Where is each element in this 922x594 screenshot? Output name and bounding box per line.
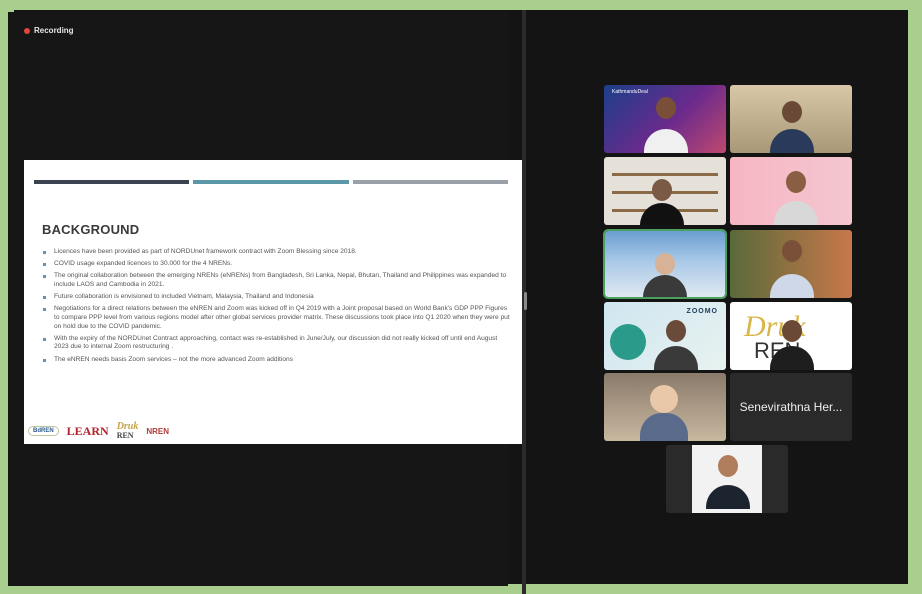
avatar-figure — [650, 385, 678, 413]
participant-body — [770, 129, 814, 153]
participant-tile[interactable]: ZOOMO — [604, 302, 726, 370]
participant-tile[interactable] — [604, 373, 726, 441]
participant-head — [786, 171, 806, 193]
zoom-banner: ZOOMO — [686, 308, 718, 315]
participant-tile-active[interactable] — [603, 229, 727, 299]
slide-bullet: The eNREN needs basis Zoom services – no… — [42, 356, 512, 365]
bdren-logo: BdREN — [28, 426, 59, 436]
slide-bullet: Negotiations for a direct relations betw… — [42, 305, 512, 331]
drukren-logo-top: Druk — [116, 421, 139, 432]
nren-logo: NREN — [146, 426, 170, 436]
shelf — [612, 173, 718, 176]
slide-bullet: Future collaboration is envisioned to in… — [42, 293, 512, 302]
participant-body — [654, 346, 698, 370]
participant-body — [774, 201, 818, 225]
learn-logo: LEARN — [66, 423, 109, 438]
avatar-figure-body — [640, 413, 688, 441]
participant-head — [782, 320, 802, 342]
slide-bar-1 — [34, 180, 190, 184]
participant-tile-name-only[interactable]: Senevirathna Her... — [730, 373, 852, 441]
slide-bullet: Licences have been provided as part of N… — [42, 248, 512, 257]
participant-tile[interactable] — [730, 157, 852, 225]
participant-name: Senevirathna Her... — [739, 400, 843, 414]
participant-head — [652, 179, 672, 201]
slide-bullet-list: Licences have been provided as part of N… — [42, 248, 512, 368]
participant-tile[interactable] — [666, 445, 788, 513]
slide-bullet: With the expiry of the NORDUnet Contract… — [42, 335, 512, 352]
participant-body — [644, 129, 688, 153]
slide-header-bars — [34, 180, 508, 184]
recording-label: Recording — [34, 26, 74, 35]
participant-body — [643, 275, 687, 297]
participant-head — [782, 240, 802, 262]
slide-title: BACKGROUND — [42, 222, 140, 237]
split-divider-handle[interactable] — [524, 292, 527, 310]
participant-head — [656, 97, 676, 119]
participant-body — [640, 203, 684, 225]
participant-body — [770, 274, 814, 298]
participant-tile[interactable] — [730, 230, 852, 298]
participant-head — [666, 320, 686, 342]
participant-tile[interactable] — [604, 157, 726, 225]
drukren-logo-bottom: REN — [116, 431, 134, 440]
kathmandu-label: KathmanduDeal — [612, 89, 648, 95]
slide-bar-2 — [193, 180, 349, 184]
slide-bar-3 — [352, 180, 508, 184]
participant-tile[interactable] — [730, 85, 852, 153]
recording-dot-icon — [24, 27, 30, 34]
participant-tile[interactable]: Druk REN — [730, 302, 852, 370]
participant-head — [718, 455, 738, 477]
decorative-circle — [610, 324, 646, 360]
drukren-logo: Druk REN — [116, 421, 139, 441]
slide-logos: BdREN LEARN Druk REN NREN — [28, 422, 169, 440]
participant-head — [655, 253, 675, 275]
recording-indicator[interactable]: Recording — [24, 26, 74, 35]
shared-slide: BACKGROUND Licences have been provided a… — [24, 160, 522, 444]
slide-bullet: COVID usage expanded licences to 30.000 … — [42, 260, 512, 269]
slide-bullet: The original collaboration between the e… — [42, 272, 512, 289]
participant-tile[interactable]: KathmanduDeal — [604, 85, 726, 153]
participant-head — [782, 101, 802, 123]
